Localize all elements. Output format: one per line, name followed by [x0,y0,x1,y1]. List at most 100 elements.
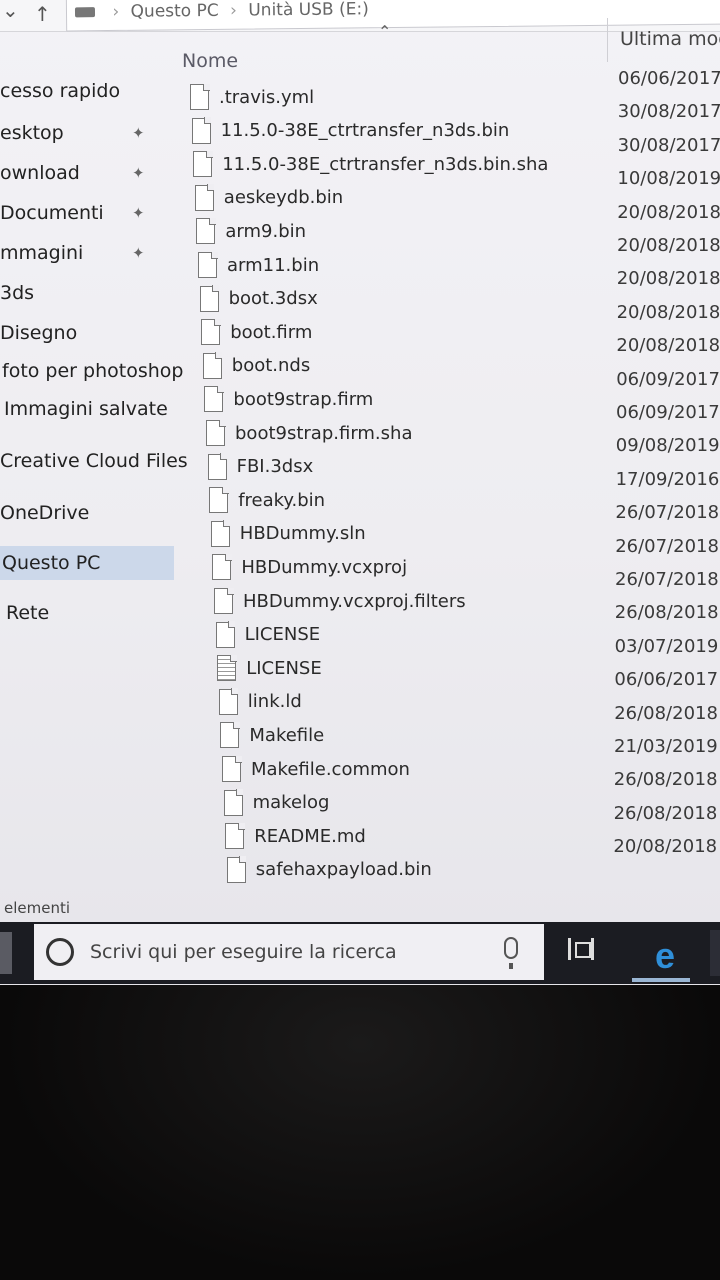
sidebar-item[interactable]: foto per photoshop [0,354,183,388]
file-date-modified: 03/07/2019 2 [614,635,720,657]
file-date-modified: 21/03/2019 0 [614,736,720,757]
sidebar-item[interactable]: Disegno [0,316,174,350]
recent-locations-icon[interactable]: ⌄ [2,0,19,22]
list-item[interactable]: arm9.bin [196,216,306,246]
sidebar-item[interactable]: 3ds [0,276,174,310]
list-item[interactable]: 11.5.0-38E_ctrtransfer_n3ds.bin [191,116,510,146]
list-item[interactable]: boot9strap.firm [204,384,373,414]
sidebar-item[interactable]: esktop ✦ [0,116,174,150]
file-date-modified: 26/07/2018 2 [615,502,720,524]
sidebar-item[interactable]: Immagini salvate [0,392,174,426]
list-item[interactable]: makelog [223,788,329,818]
sidebar-item-label: Immagini salvate [4,398,168,420]
list-item[interactable]: boot.firm [201,317,312,347]
file-date-modified: 06/09/2017 [616,402,720,423]
start-button[interactable] [0,932,12,974]
column-divider[interactable] [607,18,608,62]
sidebar-item[interactable]: ownload ✦ [0,156,174,190]
file-icon [191,117,212,144]
file-date-modified: 20/08/2018 [617,235,720,256]
file-date-modified: 30/08/2017 [617,134,720,156]
task-view-icon[interactable] [568,938,594,960]
search-placeholder: Scrivi qui per eseguire la ricerca [90,941,397,963]
sidebar-item[interactable]: Documenti ✦ [0,196,174,230]
list-item[interactable]: HBDummy.sln [210,519,366,549]
taskbar: Scrivi qui per eseguire la ricerca e [0,922,720,984]
breadcrumb: › Questo PC › Unità USB (E:) [74,0,369,22]
list-item[interactable]: HBDummy.vcxproj [212,552,407,582]
column-header-name[interactable]: Nome [182,50,238,72]
list-item[interactable]: aeskeydb.bin [194,183,343,213]
sidebar-item[interactable]: OneDrive [0,496,174,530]
file-icon [206,419,226,446]
sidebar-item[interactable]: cesso rapido [0,74,174,108]
file-name: 11.5.0-38E_ctrtransfer_n3ds.bin.sha [222,153,549,175]
monitor-bezel [0,985,720,1280]
file-name: FBI.3dsx [236,456,314,478]
sidebar-item-label: ownload [0,162,80,184]
file-date-modified: 26/07/2018 2 [615,569,720,590]
sidebar-item[interactable]: Creative Cloud Files [0,444,188,478]
file-name: HBDummy.vcxproj [241,556,408,578]
cortana-icon[interactable] [46,938,74,966]
breadcrumb-usb-drive[interactable]: Unità USB (E:) [248,0,369,21]
file-icon [223,789,244,816]
file-date-modified: 26/07/2018 2 [615,535,720,557]
breadcrumb-questo-pc[interactable]: Questo PC [131,1,219,22]
up-folder-icon[interactable]: ↑ [34,2,51,26]
file-name: arm9.bin [225,220,307,242]
file-icon [220,721,240,749]
list-item[interactable]: README.md [225,821,366,851]
file-date-modified: 30/08/2017 [617,101,720,123]
taskbar-app-button[interactable] [710,930,720,976]
pin-icon[interactable]: ✦ [132,164,145,182]
file-name: HBDummy.sln [239,523,366,545]
list-item[interactable]: safehaxpayload.bin [226,855,432,885]
sidebar-item-label: Disegno [0,322,78,344]
file-date-modified: 20/08/2018 [616,301,720,323]
list-item[interactable]: arm11.bin [198,250,319,280]
file-date-modified: 20/08/2018 [617,201,720,223]
sidebar-item[interactable]: Rete [0,596,174,630]
list-item[interactable]: Makefile [220,720,324,750]
file-name: boot.3dsx [228,288,318,310]
list-item[interactable]: HBDummy.vcxproj.filters [214,586,466,616]
file-date-modified: 20/08/2018 1 [613,836,720,858]
list-item[interactable]: freaky.bin [209,485,325,515]
sidebar-item[interactable]: Questo PC [0,546,174,580]
sidebar-item-label: Documenti [0,202,104,224]
list-item[interactable]: .travis.yml [190,82,314,112]
list-item[interactable]: LICENSE [217,653,322,683]
pin-icon[interactable]: ✦ [132,124,145,142]
address-field[interactable]: › Questo PC › Unità USB (E:) [65,0,720,32]
sidebar-item[interactable]: mmagini ✦ [0,236,174,270]
file-name: boot.firm [230,321,313,343]
file-name: README.md [254,825,366,847]
pin-icon[interactable]: ✦ [132,204,145,222]
breadcrumb-separator-icon: › [229,0,238,21]
list-item[interactable]: boot.3dsx [199,284,318,314]
file-name: boot.nds [231,355,311,377]
file-date-modified: 10/08/2019 [617,168,720,190]
sidebar-item-label: Questo PC [2,552,101,574]
file-name: boot9strap.firm [233,388,374,410]
sidebar-item-label: cesso rapido [0,80,121,102]
column-header-date-modified[interactable]: Ultima mod [620,28,720,50]
file-date-modified: 06/06/2017 [618,68,720,89]
list-item[interactable]: LICENSE [215,620,320,650]
list-item[interactable]: boot9strap.firm.sha [206,418,412,448]
list-item[interactable]: boot.nds [202,351,311,381]
microphone-icon[interactable] [504,937,518,969]
list-item[interactable]: Makefile.common [222,754,410,784]
file-date-modified: 20/08/2018 [616,268,720,290]
list-item[interactable]: FBI.3dsx [207,452,314,482]
list-item[interactable]: link.ld [218,687,302,717]
sidebar-item-label: Creative Cloud Files [0,450,188,472]
taskbar-search-box[interactable]: Scrivi qui per eseguire la ricerca [34,924,544,980]
pin-icon[interactable]: ✦ [132,244,145,262]
file-icon [201,318,221,346]
file-name: 11.5.0-38E_ctrtransfer_n3ds.bin [220,120,510,142]
edge-browser-icon[interactable]: e [640,932,690,980]
file-date-modified: 26/08/2018 1 [613,769,720,791]
list-item[interactable]: 11.5.0-38E_ctrtransfer_n3ds.bin.sha [193,149,548,179]
